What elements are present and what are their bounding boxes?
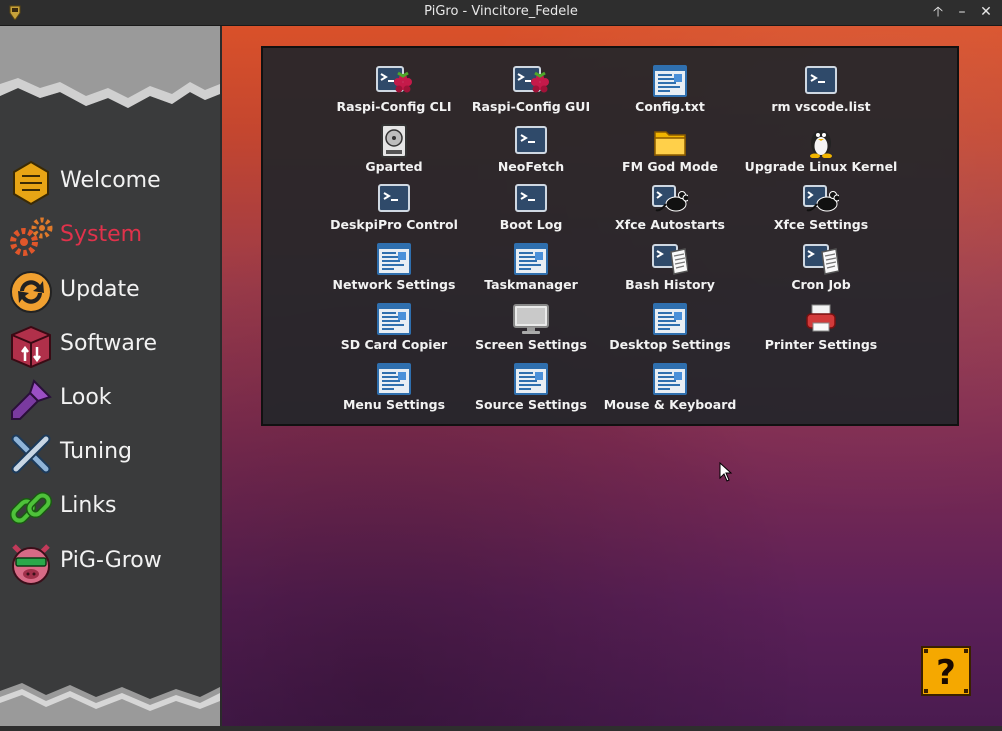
package-box-icon [11, 325, 51, 369]
terminal-icon [805, 66, 837, 94]
window-title: PiGro - Vincitore_Fedele [424, 4, 578, 19]
text-editor-icon [377, 363, 411, 395]
wrench-screwdriver-icon [11, 434, 51, 474]
tool-tile-label: Cron Job [791, 277, 851, 292]
sidebar-item-label: System [60, 222, 143, 247]
torn-paper-top [0, 26, 220, 108]
text-editor-icon [514, 243, 548, 275]
sidebar-item-tuning[interactable]: Tuning [6, 429, 216, 479]
refresh-arrows-icon [10, 271, 52, 313]
sidebar: Welcome System Update Software Look Tuni… [0, 26, 220, 726]
xfce-mouse-icon [803, 185, 839, 212]
tool-tile[interactable]: Config.txt [595, 64, 745, 122]
tool-tile-label: Mouse & Keyboard [603, 397, 737, 412]
terminal-icon [515, 184, 547, 212]
tool-tile[interactable]: Desktop Settings [595, 302, 745, 360]
tool-tile-label: rm vscode.list [771, 99, 871, 114]
title-bar[interactable]: PiGro - Vincitore_Fedele 🡡 – ✕ [0, 0, 1002, 26]
tool-tile-label: Printer Settings [764, 337, 878, 352]
printer-icon [806, 304, 836, 332]
gears-icon [10, 217, 53, 256]
text-editor-icon [514, 363, 548, 395]
text-editor-icon [653, 65, 687, 97]
sidebar-item-system[interactable]: System [6, 212, 216, 262]
sidebar-item-software[interactable]: Software [6, 321, 216, 371]
mouse-pointer-icon [719, 462, 733, 482]
text-editor-icon [653, 363, 687, 395]
sidebar-item-links[interactable]: Links [6, 483, 216, 533]
tool-tile[interactable]: Cron Job [746, 242, 896, 300]
pig-face-icon [12, 544, 50, 585]
close-button[interactable]: ✕ [976, 2, 996, 22]
terminal-document-icon [803, 244, 839, 275]
sidebar-item-update[interactable]: Update [6, 267, 216, 317]
help-glyph: ? [936, 653, 956, 693]
sidebar-item-label: PiG-Grow [60, 548, 162, 573]
sidebar-item-look[interactable]: Look [6, 375, 216, 425]
tool-tile[interactable]: Xfce Settings [746, 182, 896, 240]
tux-penguin-icon [810, 130, 832, 158]
tool-tile[interactable]: Upgrade Linux Kernel [745, 124, 897, 182]
paintbrush-icon [11, 379, 52, 420]
sidebar-item-label: Welcome [60, 168, 161, 193]
terminal-document-icon [652, 244, 688, 275]
chain-link-icon [9, 491, 53, 525]
sidebar-item-label: Look [60, 385, 112, 410]
terminal-icon [378, 184, 410, 212]
tool-tile[interactable]: rm vscode.list [746, 64, 896, 122]
folder-icon [654, 131, 686, 156]
maximize-button[interactable]: 🡡 [928, 2, 948, 22]
tool-tile[interactable]: Bash History [595, 242, 745, 300]
tool-tile[interactable]: Mouse & Keyboard [595, 362, 745, 420]
minimize-button[interactable]: – [952, 2, 972, 22]
terminal-icon [515, 126, 547, 154]
terminal-raspberry-icon [513, 66, 549, 93]
sidebar-item-label: Tuning [60, 439, 133, 464]
text-editor-icon [653, 303, 687, 335]
question-block-icon[interactable]: ? [921, 646, 971, 696]
tool-tile[interactable]: Xfce Autostarts [595, 182, 745, 240]
text-editor-icon [377, 303, 411, 335]
hard-disk-icon [381, 124, 407, 158]
monitor-icon [513, 304, 549, 334]
tool-tile-label: Xfce Settings [773, 217, 869, 232]
system-tools-panel: Raspi-Config CLI Raspi-Config GUI Config.t… [261, 46, 959, 426]
sidebar-item-label: Software [60, 331, 157, 356]
window-bottom-border [0, 726, 1002, 731]
text-editor-icon [377, 243, 411, 275]
sidebar-item-label: Update [60, 277, 140, 302]
tool-tile-label: Upgrade Linux Kernel [744, 159, 898, 174]
terminal-raspberry-icon [376, 66, 412, 93]
tool-tile[interactable]: FM God Mode [595, 124, 745, 182]
torn-paper-bottom [0, 683, 220, 726]
sidebar-item-pig-grow[interactable]: PiG-Grow [6, 538, 216, 588]
xfce-mouse-icon [652, 185, 688, 212]
sidebar-item-welcome[interactable]: Welcome [6, 158, 216, 208]
honeycomb-icon [13, 160, 49, 206]
sidebar-item-label: Links [60, 493, 117, 518]
tool-tile[interactable]: Printer Settings [746, 302, 896, 360]
